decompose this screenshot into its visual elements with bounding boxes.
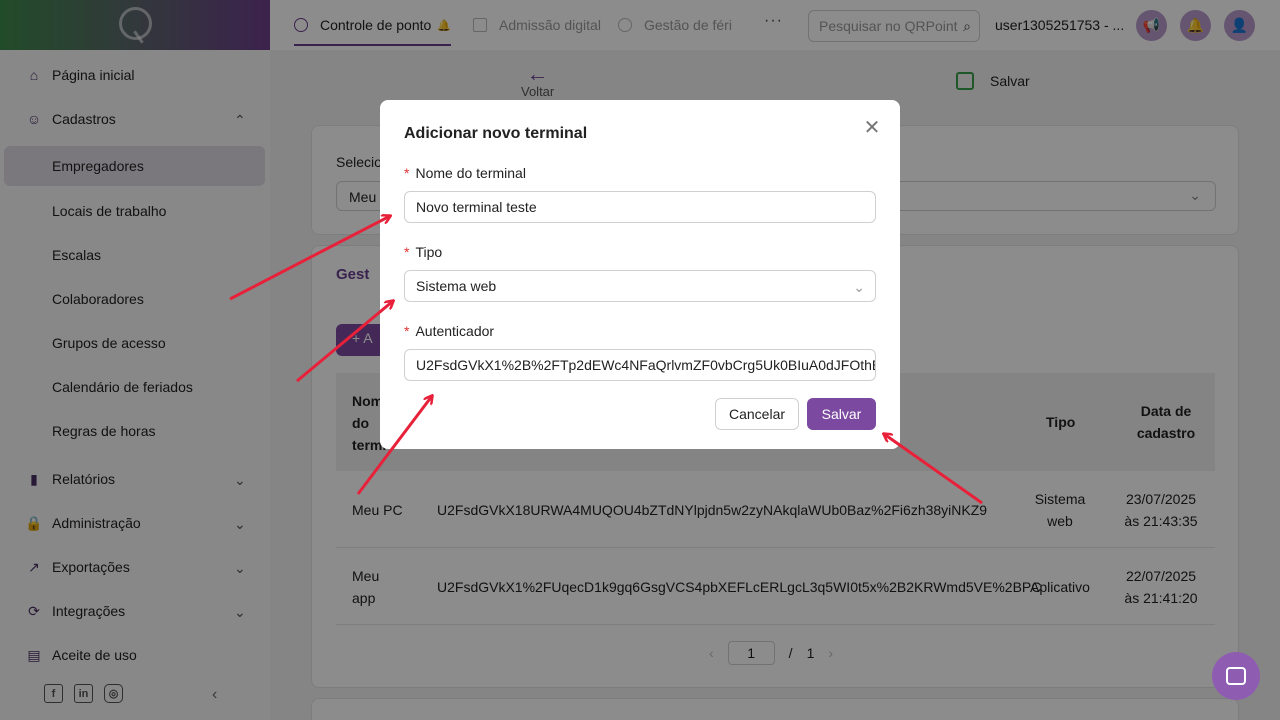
- chevron-down-icon: ⌄: [853, 279, 865, 295]
- required-mark: *: [404, 244, 410, 260]
- select-value: Sistema web: [416, 278, 497, 294]
- input-value: Novo terminal teste: [416, 199, 537, 215]
- terminal-type-label: * Tipo: [404, 244, 442, 260]
- terminal-name-label: * Nome do terminal: [404, 165, 526, 181]
- save-terminal-button[interactable]: Salvar: [807, 398, 876, 430]
- required-mark: *: [404, 323, 410, 339]
- label-text: Tipo: [415, 244, 443, 260]
- label-text: Nome do terminal: [415, 165, 526, 181]
- chat-button[interactable]: [1212, 652, 1260, 700]
- label-text: Autenticador: [415, 323, 495, 339]
- cancel-button[interactable]: Cancelar: [715, 398, 799, 430]
- modal-title: Adicionar novo terminal: [404, 125, 588, 142]
- close-icon[interactable]: ✕: [862, 118, 882, 138]
- terminal-type-select[interactable]: Sistema web ⌄: [404, 270, 876, 302]
- required-mark: *: [404, 165, 410, 181]
- chat-icon: [1226, 667, 1246, 685]
- add-terminal-modal: Adicionar novo terminal ✕ * Nome do termi…: [380, 100, 900, 449]
- authenticator-input[interactable]: U2FsdGVkX1%2B%2FTp2dEWc4NFaQrlvmZF0vbCrg…: [404, 349, 876, 381]
- authenticator-label: * Autenticador: [404, 323, 494, 339]
- terminal-name-input[interactable]: Novo terminal teste: [404, 191, 876, 223]
- input-value: U2FsdGVkX1%2B%2FTp2dEWc4NFaQrlvmZF0vbCrg…: [416, 357, 876, 373]
